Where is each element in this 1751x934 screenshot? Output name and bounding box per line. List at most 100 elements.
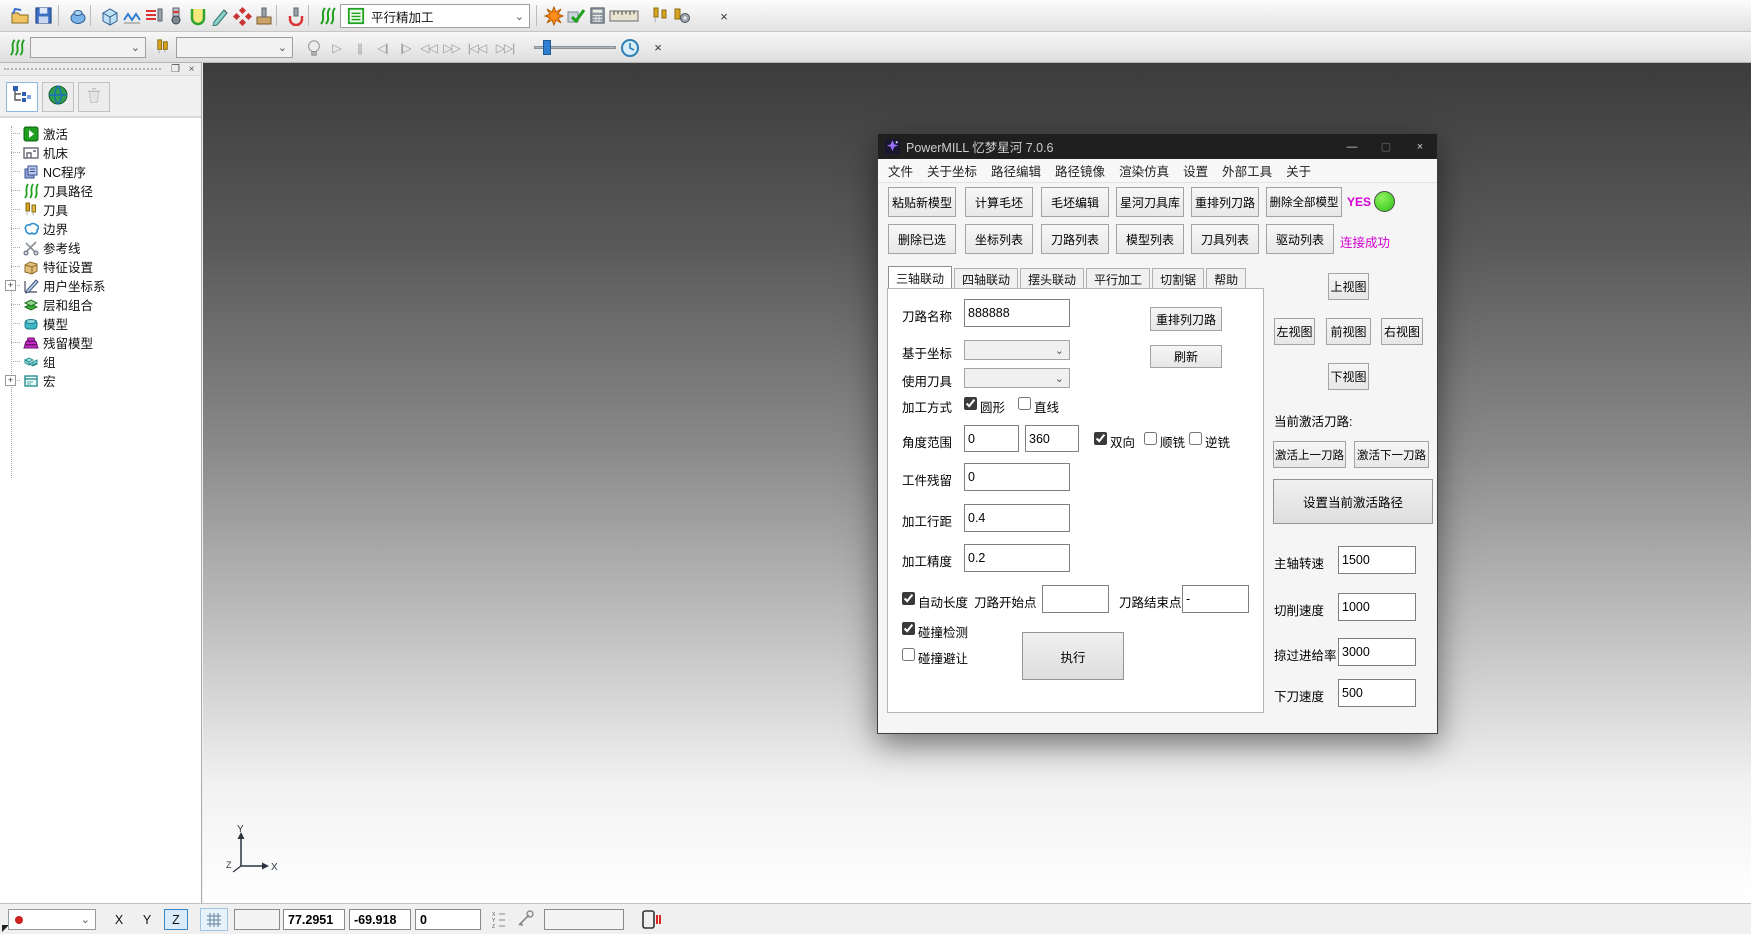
tool-block-icon[interactable] — [252, 4, 275, 27]
grid-size-field[interactable] — [234, 909, 280, 930]
conventional-mill-checkbox[interactable] — [1189, 432, 1202, 445]
tree-item-nc-program[interactable]: NC程序 — [0, 162, 86, 181]
tab-help[interactable]: 帮助 — [1206, 268, 1246, 289]
trash-tab[interactable] — [78, 82, 110, 112]
workplane-combo[interactable]: ⌄ — [8, 909, 96, 930]
step-forward-button[interactable]: |▷ — [395, 38, 416, 57]
verify-check-icon[interactable] — [564, 4, 587, 27]
panel-float-icon[interactable]: ❐ — [168, 63, 183, 75]
fast-forward-button[interactable]: ▷▷ — [441, 38, 462, 57]
probe-icon[interactable] — [516, 909, 534, 934]
tree-item-toolpaths[interactable]: 刀具路径 — [0, 181, 93, 200]
use-tool-combo[interactable]: ⌄ — [964, 368, 1070, 388]
tree-item-model[interactable]: 模型 — [0, 314, 68, 333]
model-list-button[interactable]: 模型列表 — [1116, 224, 1184, 254]
screen-rotate-icon[interactable] — [640, 909, 662, 934]
tree-item-feature-set[interactable]: 特征设置 — [0, 257, 93, 276]
collision-check-checkbox[interactable] — [902, 622, 915, 635]
reorder-button[interactable]: 重排列刀路 — [1150, 307, 1222, 331]
skim-feed-input[interactable] — [1338, 638, 1416, 666]
rewind-button[interactable]: ◁◁ — [418, 38, 439, 57]
calculator-icon[interactable] — [586, 4, 609, 27]
line-checkbox[interactable] — [1018, 397, 1031, 410]
tolerance-status-field[interactable] — [544, 909, 624, 930]
plunge-speed-input[interactable] — [1338, 679, 1416, 707]
stepover-input[interactable] — [964, 504, 1070, 532]
pause-button[interactable]: || — [349, 38, 370, 57]
panel-grip[interactable]: ❐ × — [0, 63, 201, 76]
speed-slider-handle[interactable] — [543, 40, 551, 55]
feed-tool-icon[interactable] — [284, 4, 307, 27]
burst-tool-icon[interactable] — [542, 4, 565, 27]
expand-icon[interactable]: + — [5, 280, 16, 291]
tab-swivel[interactable]: 摆头联动 — [1020, 268, 1084, 289]
based-coord-combo[interactable]: ⌄ — [964, 340, 1070, 360]
tolerance-input[interactable] — [964, 544, 1070, 572]
maximize-button[interactable]: ▢ — [1369, 134, 1403, 159]
reorder-toolpaths-button[interactable]: 重排列刀路 — [1191, 187, 1259, 217]
z-axis-button[interactable]: Z — [164, 909, 188, 930]
explorer-tree-tab[interactable] — [6, 82, 38, 112]
view-top-button[interactable]: 上视图 — [1328, 273, 1369, 300]
toolpath-name-input[interactable] — [964, 299, 1070, 327]
tool-select-combo[interactable]: ⌄ — [176, 37, 293, 58]
menu-file[interactable]: 文件 — [888, 161, 913, 180]
view-right-button[interactable]: 右视图 — [1381, 318, 1423, 345]
climb-mill-checkbox[interactable] — [1144, 432, 1157, 445]
minimize-button[interactable]: — — [1335, 134, 1369, 159]
spindle-speed-input[interactable] — [1338, 546, 1416, 574]
auto-length-checkbox[interactable] — [902, 592, 915, 605]
angle-from-input[interactable] — [964, 425, 1019, 452]
y-axis-button[interactable]: Y — [136, 909, 158, 930]
simbar-close-icon[interactable]: × — [650, 39, 666, 55]
points-pattern-icon[interactable] — [230, 4, 253, 27]
collision-avoid-checkbox[interactable] — [902, 648, 915, 661]
tree-item-activate[interactable]: 激活 — [0, 124, 68, 143]
cursor-x-field[interactable]: 77.2951 — [283, 909, 345, 930]
nc-lines-icon[interactable] — [142, 4, 165, 27]
panel-close-icon[interactable]: × — [184, 63, 199, 75]
tree-item-pattern[interactable]: 参考线 — [0, 238, 81, 257]
tab-4axis[interactable]: 四轴联动 — [954, 268, 1018, 289]
play-button[interactable]: ▷ — [326, 38, 347, 57]
menu-render-sim[interactable]: 渲染仿真 — [1119, 161, 1169, 180]
step-back-button[interactable]: ◁| — [372, 38, 393, 57]
chevron-down-icon[interactable]: ⌄ — [1055, 344, 1064, 357]
drive-list-button[interactable]: 驱动列表 — [1266, 224, 1334, 254]
clock-icon[interactable] — [618, 36, 641, 59]
delete-selected-button[interactable]: 删除已选 — [888, 224, 956, 254]
coord-list-button[interactable]: 坐标列表 — [965, 224, 1033, 254]
expand-icon[interactable]: + — [5, 375, 16, 386]
bidirectional-checkbox[interactable] — [1094, 432, 1107, 445]
go-to-start-button[interactable]: |◁◁ — [464, 38, 490, 57]
delete-all-models-button[interactable]: 删除全部模型 — [1266, 187, 1342, 217]
u-channel-icon[interactable] — [186, 4, 209, 27]
x-axis-button[interactable]: X — [108, 909, 130, 930]
tree-item-macro[interactable]: + 宏 — [0, 371, 56, 390]
view-front-button[interactable]: 前视图 — [1326, 318, 1371, 345]
toolpath-logo-icon[interactable] — [316, 4, 339, 27]
ball-tool-icon[interactable] — [164, 4, 187, 27]
tab-3axis[interactable]: 三轴联动 — [888, 266, 952, 289]
toolpath-list-button[interactable]: 刀路列表 — [1041, 224, 1109, 254]
tool-pair-icon[interactable] — [648, 4, 671, 27]
chevron-down-icon[interactable]: ⌄ — [515, 10, 524, 23]
menu-about-coords[interactable]: 关于坐标 — [927, 161, 977, 180]
stock-allowance-input[interactable] — [964, 463, 1070, 491]
save-icon[interactable] — [32, 4, 55, 27]
tool-library-button[interactable]: 星河刀具库 — [1116, 187, 1184, 217]
toolbar-close-icon[interactable]: × — [716, 8, 732, 24]
cursor-z-field[interactable]: 0 — [415, 909, 481, 930]
tree-item-stock-model[interactable]: 残留模型 — [0, 333, 93, 352]
tree-item-machine[interactable]: 机床 — [0, 143, 68, 162]
calc-stock-button[interactable]: 计算毛坯 — [965, 187, 1033, 217]
machining-strategy-combo[interactable]: 平行精加工 ⌄ — [340, 4, 530, 28]
cutting-speed-input[interactable] — [1338, 593, 1416, 621]
close-button[interactable]: × — [1403, 134, 1437, 159]
circle-checkbox[interactable] — [964, 397, 977, 410]
tree-item-workplane[interactable]: + 用户坐标系 — [0, 276, 106, 295]
block-icon[interactable] — [98, 4, 121, 27]
menu-external-tools[interactable]: 外部工具 — [1222, 161, 1272, 180]
tab-parallel[interactable]: 平行加工 — [1086, 268, 1150, 289]
chevron-down-icon[interactable]: ⌄ — [1055, 372, 1064, 385]
